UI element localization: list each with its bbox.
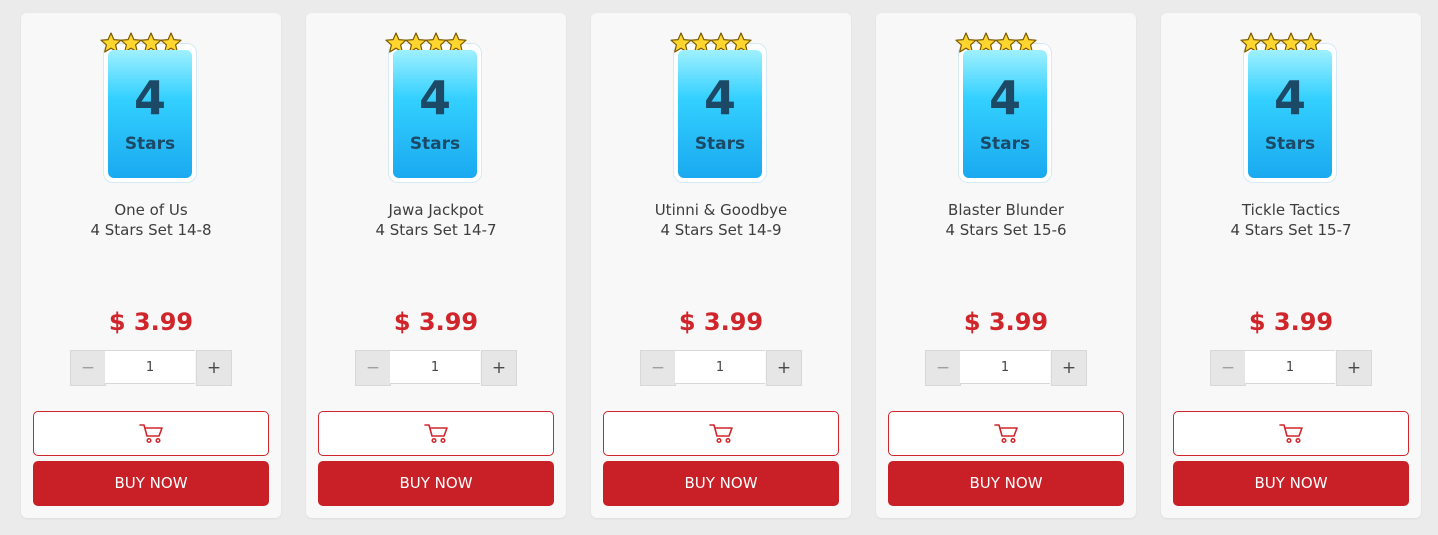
product-subtitle: 4 Stars Set 14-7 (375, 221, 497, 239)
shopping-cart-icon (139, 424, 163, 444)
product-card: 4 Stars One of Us 4 Stars Set 14-8 $ 3.9… (21, 13, 281, 518)
shopping-cart-icon (1279, 424, 1303, 444)
add-to-cart-button[interactable] (33, 411, 269, 456)
badge-face: 4 Stars (393, 50, 477, 178)
add-to-cart-button[interactable] (888, 411, 1124, 456)
badge-face: 4 Stars (963, 50, 1047, 178)
badge-number: 4 (133, 71, 166, 125)
increase-quantity-button[interactable]: + (481, 350, 517, 386)
product-price: $ 3.99 (678, 308, 764, 336)
decrease-quantity-button[interactable]: − (355, 350, 391, 386)
set-badge: 4 Stars (670, 32, 767, 183)
product-name: Tickle Tactics (1241, 201, 1341, 219)
product-card: 4 Stars Blaster Blunder 4 Stars Set 15-6… (876, 13, 1136, 518)
buy-now-button[interactable]: BUY NOW (318, 461, 554, 506)
badge-face: 4 Stars (678, 50, 762, 178)
decrease-quantity-button[interactable]: − (925, 350, 961, 386)
product-name: Blaster Blunder (948, 201, 1064, 219)
increase-quantity-button[interactable]: + (196, 350, 232, 386)
product-card: 4 Stars Jawa Jackpot 4 Stars Set 14-7 $ … (306, 13, 566, 518)
decrease-quantity-button[interactable]: − (70, 350, 106, 386)
quantity-input[interactable] (675, 350, 765, 384)
quantity-input[interactable] (1245, 350, 1335, 384)
product-name: One of Us (114, 201, 188, 219)
buy-now-button[interactable]: BUY NOW (33, 461, 269, 506)
badge-number: 4 (988, 71, 1021, 125)
shopping-cart-icon (424, 424, 448, 444)
product-grid: 4 Stars One of Us 4 Stars Set 14-8 $ 3.9… (0, 0, 1438, 535)
badge-number: 4 (418, 71, 451, 125)
product-card: 4 Stars Utinni & Goodbye 4 Stars Set 14-… (591, 13, 851, 518)
product-name: Utinni & Goodbye (654, 201, 788, 219)
set-badge: 4 Stars (385, 32, 482, 183)
increase-quantity-button[interactable]: + (766, 350, 802, 386)
badge-face: 4 Stars (1248, 50, 1332, 178)
badge-label: Stars (124, 134, 176, 154)
decrease-quantity-button[interactable]: − (1210, 350, 1246, 386)
product-subtitle: 4 Stars Set 14-8 (90, 221, 212, 239)
badge-number: 4 (1273, 71, 1306, 125)
product-subtitle: 4 Stars Set 15-6 (945, 221, 1067, 239)
set-badge: 4 Stars (100, 32, 197, 183)
quantity-stepper: − + (1210, 350, 1372, 386)
set-badge: 4 Stars (1240, 32, 1337, 183)
set-badge: 4 Stars (955, 32, 1052, 183)
product-card: 4 Stars Tickle Tactics 4 Stars Set 15-7 … (1161, 13, 1421, 518)
shopping-cart-icon (994, 424, 1018, 444)
increase-quantity-button[interactable]: + (1051, 350, 1087, 386)
shopping-cart-icon (709, 424, 733, 444)
badge-label: Stars (694, 134, 746, 154)
increase-quantity-button[interactable]: + (1336, 350, 1372, 386)
product-subtitle: 4 Stars Set 15-7 (1230, 221, 1352, 239)
product-subtitle: 4 Stars Set 14-9 (660, 221, 782, 239)
quantity-stepper: − + (640, 350, 802, 386)
quantity-stepper: − + (355, 350, 517, 386)
product-price: $ 3.99 (1248, 308, 1334, 336)
buy-now-button[interactable]: BUY NOW (603, 461, 839, 506)
add-to-cart-button[interactable] (318, 411, 554, 456)
product-price: $ 3.99 (108, 308, 194, 336)
buy-now-button[interactable]: BUY NOW (1173, 461, 1409, 506)
add-to-cart-button[interactable] (1173, 411, 1409, 456)
add-to-cart-button[interactable] (603, 411, 839, 456)
badge-number: 4 (703, 71, 736, 125)
quantity-input[interactable] (105, 350, 195, 384)
decrease-quantity-button[interactable]: − (640, 350, 676, 386)
badge-label: Stars (1264, 134, 1316, 154)
product-name: Jawa Jackpot (388, 201, 484, 219)
buy-now-button[interactable]: BUY NOW (888, 461, 1124, 506)
badge-label: Stars (979, 134, 1031, 154)
badge-label: Stars (409, 134, 461, 154)
badge-face: 4 Stars (108, 50, 192, 178)
quantity-input[interactable] (390, 350, 480, 384)
quantity-stepper: − + (925, 350, 1087, 386)
product-price: $ 3.99 (963, 308, 1049, 336)
quantity-input[interactable] (960, 350, 1050, 384)
product-price: $ 3.99 (393, 308, 479, 336)
quantity-stepper: − + (70, 350, 232, 386)
